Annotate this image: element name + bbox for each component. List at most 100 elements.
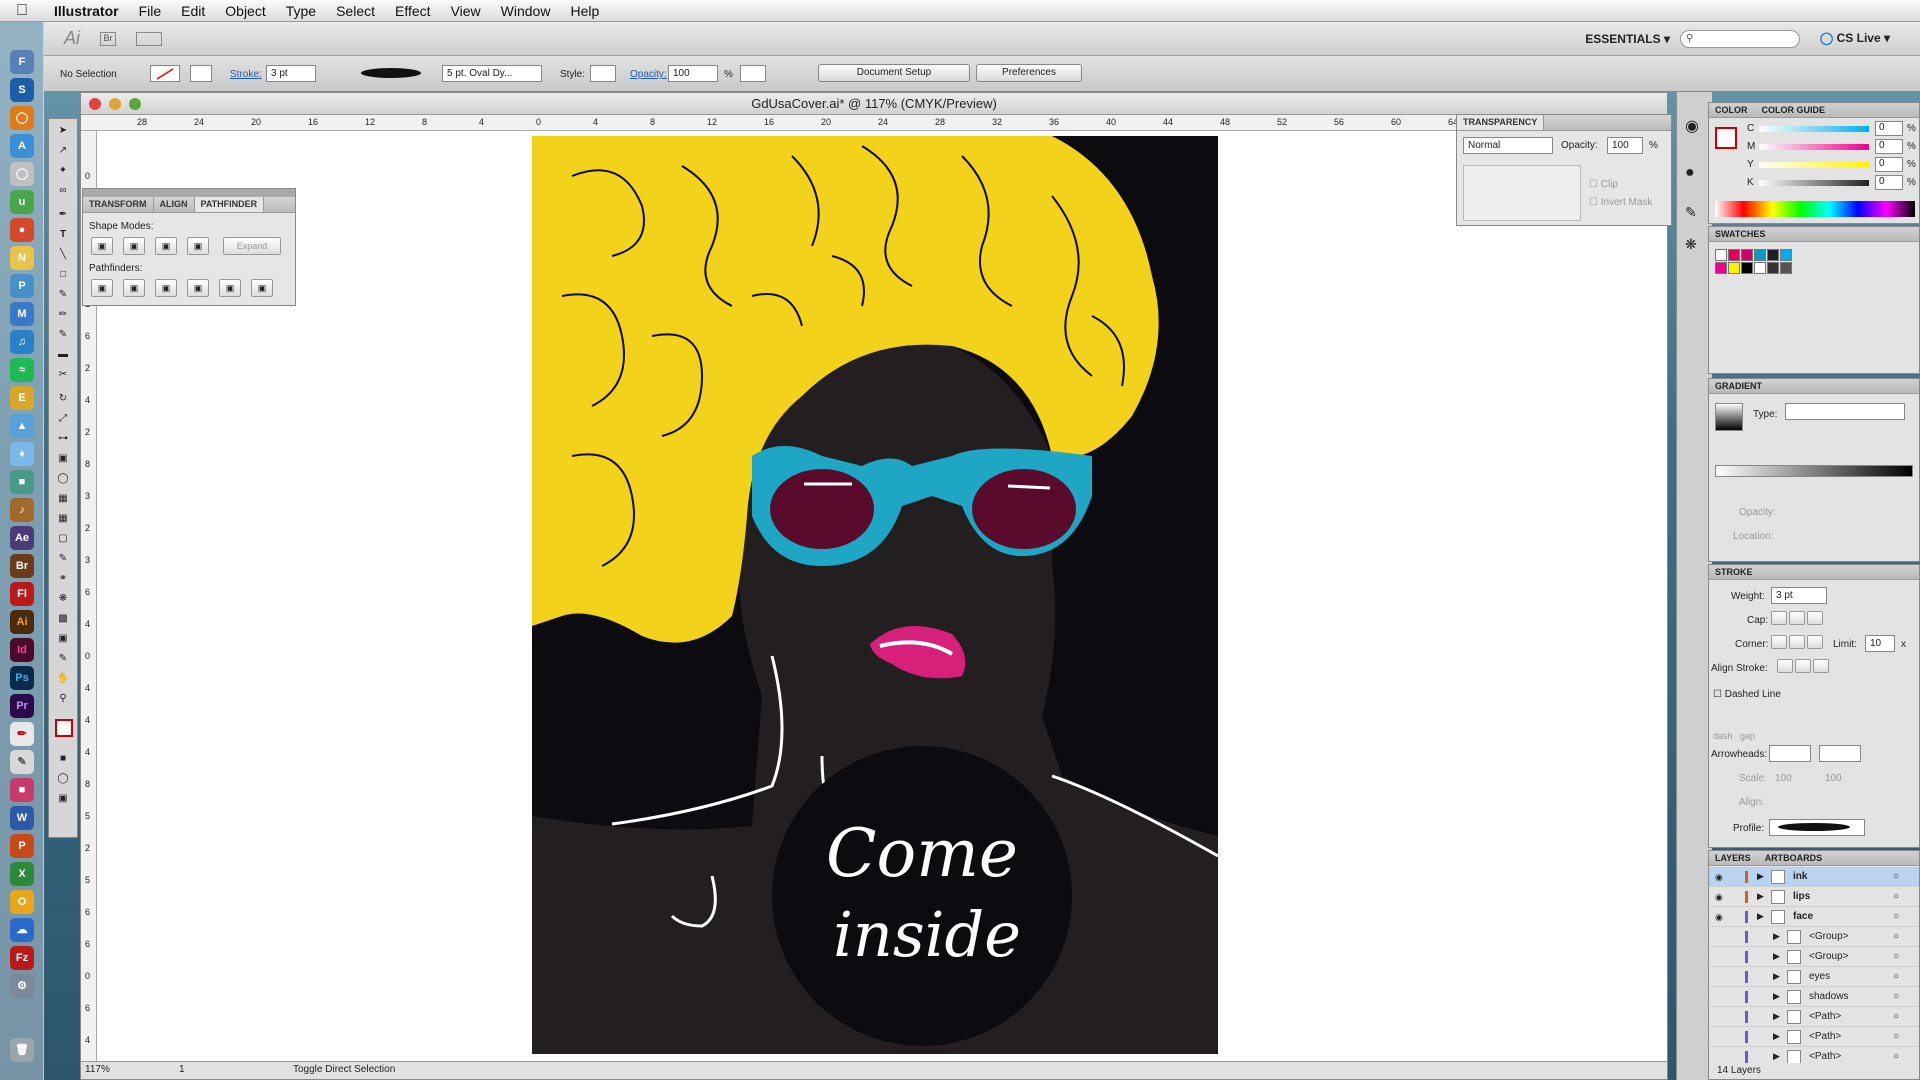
recolor-artwork-button[interactable] (740, 65, 766, 82)
scale-start[interactable]: 100 (1775, 773, 1792, 784)
filezilla-icon[interactable]: Fz (10, 946, 34, 970)
pencil-tool-icon[interactable]: ✏ (55, 309, 71, 323)
butt-cap-button[interactable] (1771, 611, 1787, 625)
menu-view[interactable]: View (441, 3, 491, 19)
skype-icon[interactable]: S (10, 78, 34, 102)
powerpoint-icon[interactable]: P (10, 834, 34, 858)
tab-stroke[interactable]: STROKE (1715, 567, 1753, 577)
end-arrowhead-select[interactable] (1819, 745, 1861, 762)
cs-live-button[interactable]: ◯ CS Live ▾ (1820, 31, 1890, 45)
gradient-tool-icon[interactable]: ▢ (55, 533, 71, 547)
pen-tool-icon[interactable]: ✒ (55, 209, 71, 223)
arrange-documents-button[interactable] (136, 31, 163, 46)
trim-button[interactable]: ▣ (123, 279, 145, 297)
app2-icon[interactable]: ■ (10, 778, 34, 802)
tab-transparency[interactable]: TRANSPARENCY (1457, 115, 1545, 130)
swatch[interactable] (1754, 262, 1766, 274)
utorrent-icon[interactable]: u (10, 190, 34, 214)
bevel-join-button[interactable] (1807, 635, 1823, 649)
visibility-eye-icon[interactable] (1715, 992, 1727, 1001)
align-outside-button[interactable] (1813, 659, 1829, 673)
graphic-styles-icon[interactable]: ● (1685, 164, 1695, 182)
width-profile-select[interactable] (1769, 819, 1865, 836)
visibility-eye-icon[interactable]: ◉ (1715, 892, 1727, 902)
acrobat-icon[interactable]: ✏ (10, 722, 34, 746)
target-icon[interactable]: ○ (1893, 891, 1899, 902)
status-text[interactable]: Toggle Direct Selection (293, 1064, 395, 1075)
transparency-opacity-field[interactable]: 100 (1607, 137, 1643, 154)
fill-stroke-swatch-icon[interactable] (55, 719, 73, 737)
swatch[interactable] (1754, 249, 1766, 261)
zoom-tool-icon[interactable]: ⚲ (55, 693, 71, 707)
tab-transform[interactable]: TRANSFORM (83, 197, 154, 212)
tab-color-guide[interactable]: COLOR GUIDE (1762, 105, 1826, 115)
artboard-number[interactable]: 1 (179, 1064, 185, 1075)
preferences-button[interactable]: Preferences (976, 64, 1082, 82)
line-tool-icon[interactable]: ╲ (55, 249, 71, 263)
swatch[interactable] (1715, 249, 1727, 261)
gradient-type-select[interactable] (1785, 403, 1905, 420)
word-icon[interactable]: W (10, 806, 34, 830)
hand-tool-icon[interactable]: ✋ (55, 673, 71, 687)
expand-triangle-icon[interactable]: ▶ (1773, 971, 1780, 982)
direct-selection-tool-icon[interactable]: ↗ (55, 145, 71, 159)
after-effects-icon[interactable]: Ae (10, 526, 34, 550)
appearance-icon[interactable]: ◉ (1685, 116, 1699, 136)
color-channel-slider[interactable] (1759, 162, 1869, 168)
round-cap-button[interactable] (1789, 611, 1805, 625)
browser-icon[interactable]: ● (10, 218, 34, 242)
visibility-eye-icon[interactable]: ◉ (1715, 872, 1727, 882)
selection-tool-icon[interactable]: ➤ (55, 125, 71, 139)
outline-button[interactable]: ▣ (219, 279, 241, 297)
swatch[interactable] (1767, 249, 1779, 261)
rotate-tool-icon[interactable]: ↻ (55, 393, 71, 407)
symbol-sprayer-tool-icon[interactable]: ❋ (55, 593, 71, 607)
projecting-cap-button[interactable] (1807, 611, 1823, 625)
variable-width-profile[interactable] (352, 65, 432, 82)
artboard-illustration[interactable]: Come inside (532, 136, 1218, 1054)
scale-end[interactable]: 100 (1825, 773, 1842, 784)
minimize-window-icon[interactable] (109, 98, 121, 110)
layer-row[interactable]: ▶ shadows ○ (1709, 987, 1919, 1007)
tab-pathfinder[interactable]: PATHFINDER (194, 197, 265, 212)
paintbrush-tool-icon[interactable]: ✎ (55, 289, 71, 303)
expand-triangle-icon[interactable]: ▶ (1773, 1051, 1780, 1062)
target-icon[interactable]: ○ (1893, 1051, 1899, 1062)
blend-mode-select[interactable]: Normal (1463, 137, 1553, 154)
swatch[interactable] (1767, 262, 1779, 274)
minus-front-button[interactable]: ▣ (123, 237, 145, 255)
menu-effect[interactable]: Effect (385, 3, 441, 19)
menu-edit[interactable]: Edit (171, 3, 215, 19)
panel-grip[interactable] (83, 189, 295, 197)
swatch[interactable] (1728, 249, 1740, 261)
tab-swatches[interactable]: SWATCHES (1715, 229, 1765, 239)
bridge-icon[interactable]: Br (10, 554, 34, 578)
visibility-eye-icon[interactable] (1715, 1012, 1727, 1021)
divide-button[interactable]: ▣ (91, 279, 113, 297)
expand-triangle-icon[interactable]: ▶ (1757, 911, 1764, 922)
finder-icon[interactable]: F (10, 50, 34, 74)
clip-checkbox[interactable]: ☐ Clip (1589, 179, 1618, 190)
photoshop-icon[interactable]: Ps (10, 666, 34, 690)
zoom-window-icon[interactable] (129, 98, 141, 110)
color-spectrum-bar[interactable] (1715, 201, 1915, 217)
unite-button[interactable]: ▣ (91, 237, 113, 255)
tab-align[interactable]: ALIGN (154, 197, 195, 212)
premiere-icon[interactable]: Pr (10, 694, 34, 718)
artboard-tool-icon[interactable]: ▣ (55, 633, 71, 647)
scale-tool-icon[interactable]: ⤢ (55, 413, 71, 427)
garageband-icon[interactable]: ♪ (10, 498, 34, 522)
firefox-icon[interactable]: ◯ (10, 106, 34, 130)
messages-icon[interactable]: M (10, 302, 34, 326)
visibility-eye-icon[interactable] (1715, 972, 1727, 981)
layer-row[interactable]: ◉ ▶ lips ○ (1709, 887, 1919, 907)
scissors-tool-icon[interactable]: ✂ (55, 369, 71, 383)
width-tool-icon[interactable]: ⊶ (55, 433, 71, 447)
mesh-tool-icon[interactable]: ▦ (55, 513, 71, 527)
shape-builder-tool-icon[interactable]: ◯ (55, 473, 71, 487)
expand-triangle-icon[interactable]: ▶ (1757, 871, 1764, 882)
notes-icon[interactable]: N (10, 246, 34, 270)
swatch[interactable] (1741, 262, 1753, 274)
perspective-grid-tool-icon[interactable]: ▦ (55, 493, 71, 507)
layer-row[interactable]: ▶ <Path> ○ (1709, 1027, 1919, 1047)
